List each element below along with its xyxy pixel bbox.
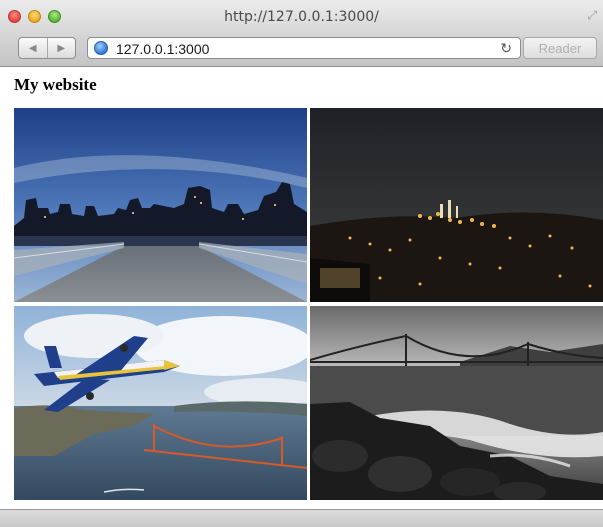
photo-gallery (14, 108, 603, 500)
forward-button[interactable]: ▶ (46, 38, 76, 58)
url-text[interactable]: 127.0.0.1:3000 (116, 41, 209, 57)
globe-icon (94, 41, 108, 55)
page-heading: My website (14, 75, 97, 94)
city-lights-night-photo (310, 108, 603, 302)
browser-toolbar: ◀ ▶ 127.0.0.1:3000 ↻ Reader (0, 34, 603, 67)
forward-arrow-icon: ▶ (57, 42, 66, 54)
blue-angels-plane-bay-photo (14, 306, 307, 500)
nav-buttons: ◀ ▶ (18, 37, 76, 59)
status-bar (0, 509, 603, 527)
title-bar: http://127.0.0.1:3000/ ⤢ (0, 0, 603, 34)
fullscreen-icon[interactable]: ⤢ (587, 8, 597, 23)
reload-icon[interactable]: ↻ (500, 40, 512, 57)
page-content: My website (0, 67, 603, 509)
golden-gate-bw-photo (310, 306, 603, 500)
back-button[interactable]: ◀ (19, 38, 47, 58)
browser-window: http://127.0.0.1:3000/ ⤢ ◀ ▶ 127.0.0.1:3… (0, 0, 603, 527)
city-skyline-dusk-photo (14, 108, 307, 302)
reader-button[interactable]: Reader (523, 37, 597, 59)
back-arrow-icon: ◀ (28, 42, 37, 54)
address-bar[interactable]: 127.0.0.1:3000 ↻ (87, 37, 521, 59)
window-title: http://127.0.0.1:3000/ (224, 9, 379, 25)
